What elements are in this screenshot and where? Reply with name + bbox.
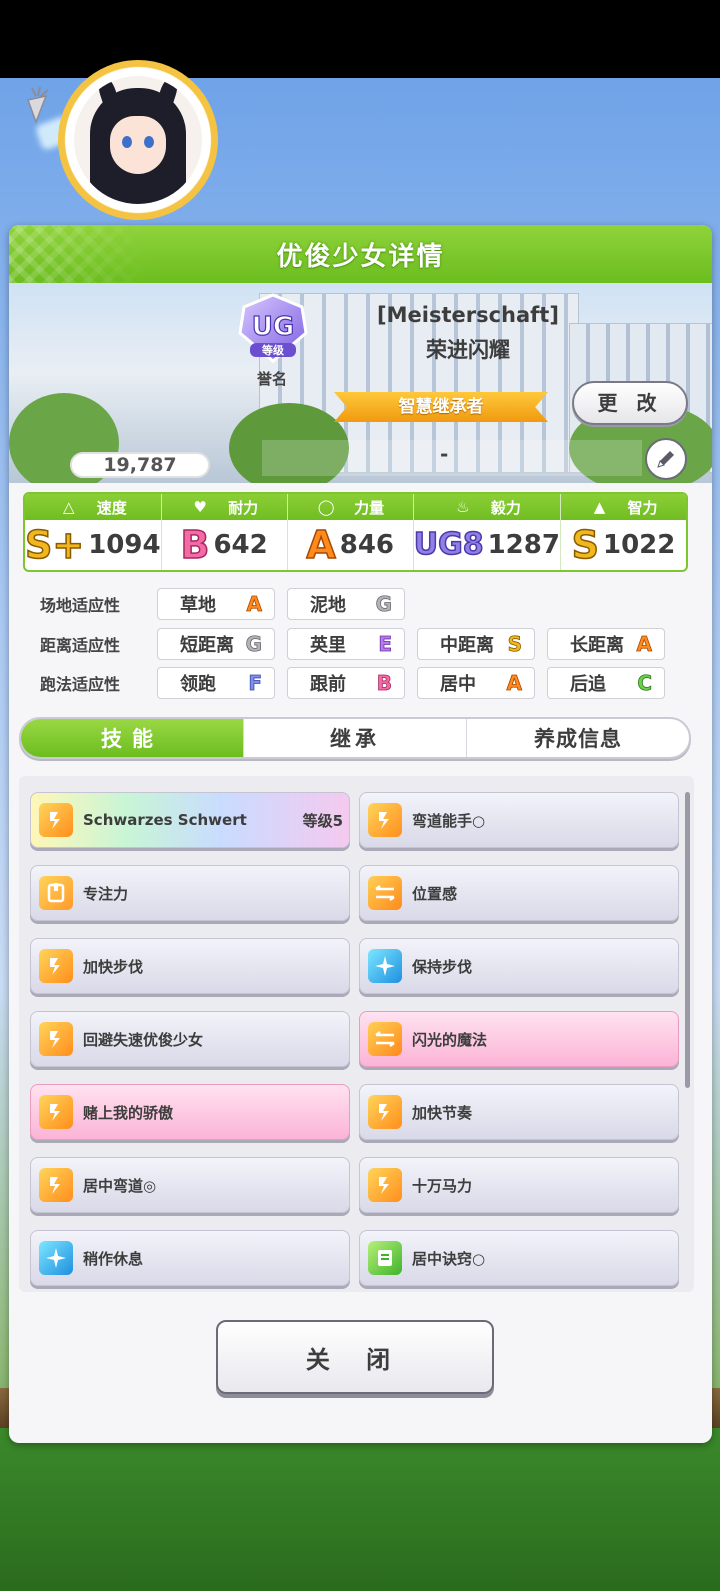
skill-item[interactable]: 稍作休息 <box>30 1230 350 1286</box>
speed-skill-icon <box>39 1168 73 1202</box>
pencil-icon <box>657 451 674 468</box>
skill-item[interactable]: 保持步伐 <box>359 938 679 994</box>
speed-skill-icon <box>39 803 73 837</box>
recovery-skill-icon <box>368 949 402 983</box>
rank-label: 誉名 <box>256 370 287 388</box>
aptitude-turf: 草地 A <box>157 588 275 620</box>
stats-table: △ 速度 S+ 1094 ♥ 耐力 B 642 ◯ 力量 A 846 ♨ 毅力 UG8 1287… <box>23 492 688 572</box>
muscle-icon: ◯ <box>317 498 335 516</box>
green-skill-icon <box>368 1241 402 1275</box>
skill-item[interactable]: 加快步伐 <box>30 938 350 994</box>
stat-grade: A <box>306 523 337 567</box>
stat-value: 1094 <box>88 530 161 560</box>
skill-item[interactable]: 加快节奏 <box>359 1084 679 1140</box>
skill-item[interactable]: 居中弯道◎ <box>30 1157 350 1213</box>
speed-skill-icon <box>368 803 402 837</box>
speed-skill-icon <box>39 1022 73 1056</box>
character-costume-title: [Meisterschaft] <box>377 303 559 327</box>
close-button[interactable]: 关 闭 <box>216 1320 494 1394</box>
skill-item[interactable]: 弯道能手○ <box>359 792 679 848</box>
tab-training-info[interactable]: 养成信息 <box>467 719 689 757</box>
skill-item[interactable]: 十万马力 <box>359 1157 679 1213</box>
panel-header: 优俊少女详情 <box>9 225 712 283</box>
stat-speed: △ 速度 S+ 1094 <box>25 494 162 570</box>
stat-guts: ♨ 毅力 UG8 1287 <box>413 494 561 570</box>
aptitude-medium: 中距离 S <box>417 628 535 660</box>
detail-tabs: 技能 继承 养成信息 <box>19 717 691 759</box>
skill-item[interactable]: 闪光的魔法 <box>359 1011 679 1067</box>
stat-grade: UG8 <box>413 527 484 562</box>
grass <box>0 1428 720 1591</box>
aptitude-late: 居中 A <box>417 667 535 699</box>
epithet-ribbon: 智慧继承者 <box>334 392 548 422</box>
tab-skills[interactable]: 技能 <box>21 719 244 757</box>
stat-grade: S+ <box>25 523 85 567</box>
shoe-icon: △ <box>63 498 75 516</box>
fan-count: 19,787 <box>70 452 210 478</box>
stat-power: ◯ 力量 A 846 <box>287 494 414 570</box>
stat-wisdom: ▲ 智力 S 1022 <box>560 494 686 570</box>
rank-badge-icon: UG 等级 <box>238 293 308 363</box>
stat-value: 642 <box>213 530 268 560</box>
panel-title: 优俊少女详情 <box>276 241 445 272</box>
focus-skill-icon <box>39 876 73 910</box>
aptitude-mile: 英里 E <box>287 628 405 660</box>
skill-item[interactable]: 赌上我的骄傲 <box>30 1084 350 1140</box>
aptitude-short: 短距离 G <box>157 628 275 660</box>
skill-item[interactable]: 专注力 <box>30 865 350 921</box>
position-skill-icon <box>368 1022 402 1056</box>
aptitude-dirt: 泥地 G <box>287 588 405 620</box>
skill-item[interactable]: 位置感 <box>359 865 679 921</box>
skills-scrollbar[interactable] <box>685 792 690 1088</box>
speed-skill-icon <box>39 949 73 983</box>
position-skill-icon <box>368 876 402 910</box>
aptitude-track-row: 场地适应性 <box>40 587 152 621</box>
skill-item[interactable]: 回避失速优俊少女 <box>30 1011 350 1067</box>
stat-grade: B <box>180 523 210 567</box>
stat-value: 1287 <box>487 530 560 560</box>
stat-value: 1022 <box>602 530 676 560</box>
aptitude-label: 距离适应性 <box>40 636 121 655</box>
rank-sub-text: 等级 <box>261 343 285 357</box>
stat-stamina: ♥ 耐力 B 642 <box>161 494 288 570</box>
aptitude-pace: 跟前 B <box>287 667 405 699</box>
speed-skill-icon <box>368 1168 402 1202</box>
aptitude-strategy-row: 跑法适应性 <box>40 666 152 700</box>
carrot-icon <box>27 86 49 124</box>
tab-inheritance[interactable]: 继承 <box>244 719 467 757</box>
speed-skill-icon <box>39 1095 73 1129</box>
recovery-skill-icon <box>39 1241 73 1275</box>
edit-button[interactable] <box>645 438 687 480</box>
aptitude-end: 后追 C <box>547 667 665 699</box>
aptitude-front: 领跑 F <box>157 667 275 699</box>
subtitle-text: - <box>440 442 449 466</box>
avatar[interactable] <box>74 76 202 204</box>
aptitude-label: 跑法适应性 <box>40 675 121 694</box>
graduation-cap-icon: ▲ <box>593 498 606 516</box>
heart-icon: ♥ <box>193 498 207 516</box>
stat-grade: S <box>571 523 600 567</box>
skill-item[interactable]: Schwarzes Schwert 等级5 <box>30 792 350 848</box>
character-name: 荣进闪耀 <box>426 338 510 362</box>
aptitude-long: 长距离 A <box>547 628 665 660</box>
aptitude-label: 场地适应性 <box>40 596 121 615</box>
skill-item[interactable]: 居中诀窍○ <box>359 1230 679 1286</box>
aptitude-distance-row: 距离适应性 <box>40 627 152 661</box>
stat-value: 846 <box>339 530 395 560</box>
rank-badge-text: UG <box>252 312 294 342</box>
skill-level: 等级5 <box>302 811 343 830</box>
flame-icon: ♨ <box>456 498 470 516</box>
speed-skill-icon <box>368 1095 402 1129</box>
change-epithet-button[interactable]: 更 改 <box>572 381 688 425</box>
